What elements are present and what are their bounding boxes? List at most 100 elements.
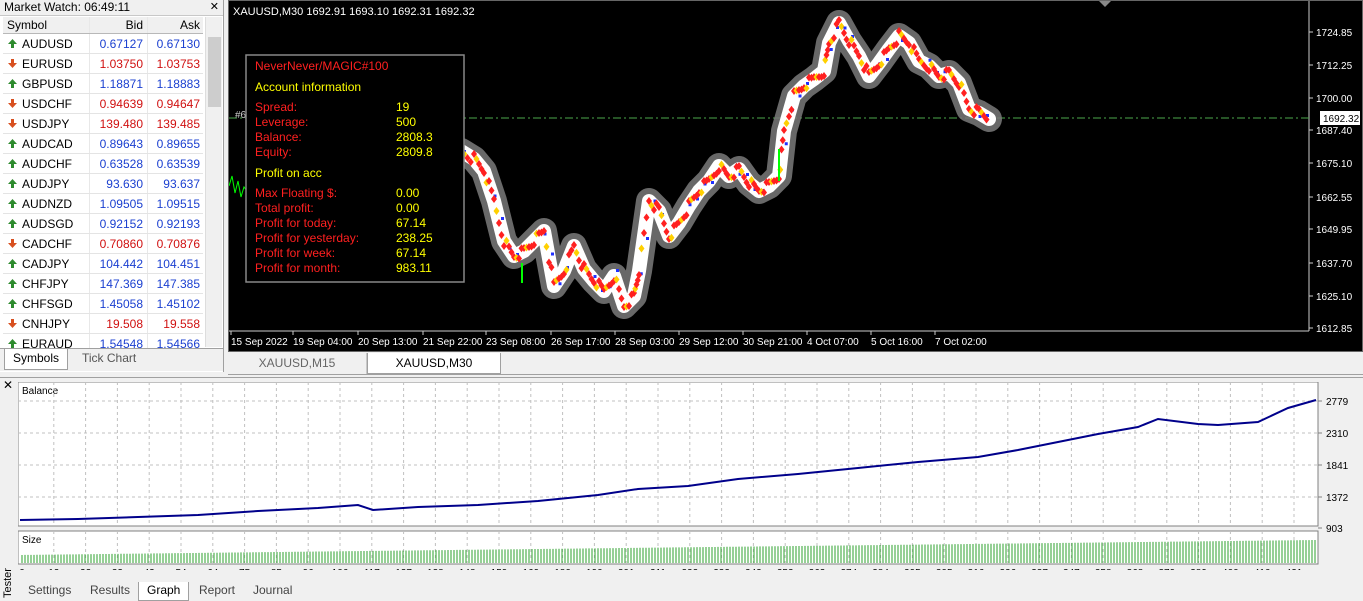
time-axis-label: 26 Sep 17:00 (551, 337, 611, 348)
symbol-name: CADCHF (22, 236, 72, 251)
market-watch-row[interactable]: AUDSGD 0.92152 0.92193 (3, 214, 203, 234)
tab-chart-m15[interactable]: XAUUSD,M15 (visual) (228, 353, 367, 391)
market-watch-scrollbar[interactable] (205, 17, 222, 347)
ask-cell: 139.485 (147, 114, 203, 133)
info-key: Total profit: (255, 201, 314, 215)
symbol-name: AUDNZD (22, 196, 72, 211)
price-axis-label: 1625.10 (1316, 292, 1353, 303)
chart-shift-icon (1099, 1, 1111, 7)
market-watch-row[interactable]: AUDJPY 93.630 93.637 (3, 174, 203, 194)
bid-cell: 19.508 (89, 314, 147, 333)
x-axis-label: 337 (1031, 568, 1048, 570)
x-axis-label: 368 (1127, 568, 1144, 570)
market-watch-row[interactable]: CNHJPY 19.508 19.558 (3, 314, 203, 334)
arrow-up-icon (8, 279, 17, 288)
symbol-cell: CADJPY (3, 257, 89, 271)
market-watch-panel: Market Watch: 06:49:11 ✕ Symbol Bid Ask A… (0, 0, 224, 372)
scrollbar-thumb[interactable] (208, 37, 221, 107)
info-value: 2809.8 (396, 145, 433, 159)
market-watch-row[interactable]: AUDUSD 0.67127 0.67130 (3, 34, 203, 54)
ask-cell: 0.89655 (147, 134, 203, 153)
market-watch-row[interactable]: CHFJPY 147.369 147.385 (3, 274, 203, 294)
x-axis-label: 75 (239, 568, 251, 570)
price-axis-label: 1662.55 (1316, 193, 1353, 204)
x-axis-label: 410 (1254, 568, 1271, 570)
market-watch-row[interactable]: GBPUSD 1.18871 1.18883 (3, 74, 203, 94)
x-axis-label: 148 (459, 568, 476, 570)
ask-cell: 0.63539 (147, 154, 203, 173)
symbol-cell: CHFJPY (3, 277, 89, 291)
tab-graph[interactable]: Graph (138, 582, 190, 601)
symbol-cell: AUDSGD (3, 217, 89, 231)
arrow-down-icon (8, 119, 17, 128)
arrow-down-icon (8, 319, 17, 328)
y-axis-label: 2779 (1326, 397, 1349, 408)
symbol-name: CHFSGD (22, 296, 73, 311)
market-watch-row[interactable]: USDJPY 139.480 139.485 (3, 114, 203, 134)
tab-symbols[interactable]: Symbols (4, 349, 69, 370)
symbol-cell: AUDUSD (3, 37, 89, 51)
symbol-name: CHFJPY (22, 276, 69, 291)
x-axis-label: 242 (745, 568, 762, 570)
tab-chart-m30[interactable]: XAUUSD,M30 (visual) (367, 353, 501, 391)
tab-settings[interactable]: Settings (20, 582, 79, 600)
price-chart-canvas[interactable]: XAUUSD,M30 1692.91 1693.10 1692.31 1692.… (229, 1, 1362, 351)
market-watch-title: Market Watch: 06:49:11 ✕ (0, 0, 223, 16)
trade-marker-icon (829, 48, 833, 51)
x-axis-label: 12 (48, 568, 60, 570)
x-axis-label: 232 (713, 568, 730, 570)
tab-tick-chart[interactable]: Tick Chart (74, 349, 144, 369)
x-axis-label: 190 (586, 568, 603, 570)
market-watch-row[interactable]: CHFSGD 1.45058 1.45102 (3, 294, 203, 314)
arrow-up-icon (8, 79, 17, 88)
x-axis-label: 379 (1158, 568, 1175, 570)
market-watch-row[interactable]: EURUSD 1.03750 1.03753 (3, 54, 203, 74)
symbol-name: AUDCAD (22, 136, 73, 151)
time-axis-label: 23 Sep 08:00 (486, 337, 546, 348)
time-axis-label: 7 Oct 02:00 (935, 337, 987, 348)
bid-cell: 0.67127 (89, 34, 147, 53)
bid-cell: 0.94639 (89, 94, 147, 113)
price-axis-label: 1687.40 (1316, 126, 1353, 137)
market-watch-row[interactable]: AUDCHF 0.63528 0.63539 (3, 154, 203, 174)
x-axis-label: 85 (271, 568, 283, 570)
bid-cell: 0.63528 (89, 154, 147, 173)
column-ask[interactable]: Ask (147, 17, 203, 33)
balance-graph[interactable]: Balance Size 2779 2310 1841 1372 903 0 12 22 33 43 5… (18, 382, 1360, 570)
x-axis-label: 347 (1063, 568, 1080, 570)
current-price-label: 1692.32 (1323, 114, 1360, 125)
tester-tabs: Settings Results Graph Report Journal (18, 582, 518, 601)
info-key: Profit for month: (255, 261, 340, 275)
ask-cell: 93.637 (147, 174, 203, 193)
price-chart[interactable]: XAUUSD,M30 1692.91 1693.10 1692.31 1692.… (228, 0, 1363, 352)
info-key: Profit for yesterday: (255, 231, 359, 245)
market-watch-row[interactable]: AUDCAD 0.89643 0.89655 (3, 134, 203, 154)
market-watch-row[interactable]: CADCHF 0.70860 0.70876 (3, 234, 203, 254)
symbol-cell: CADCHF (3, 237, 89, 251)
x-axis-label: 64 (207, 568, 219, 570)
ask-cell: 1.45102 (147, 294, 203, 313)
tab-journal[interactable]: Journal (245, 582, 300, 600)
trade-marker-icon (746, 173, 749, 176)
tab-report[interactable]: Report (191, 582, 243, 600)
bid-cell: 1.03750 (89, 54, 147, 73)
time-axis-label: 19 Sep 04:00 (293, 337, 353, 348)
trade-marker-icon (593, 275, 597, 278)
column-bid[interactable]: Bid (89, 17, 147, 33)
tab-results[interactable]: Results (82, 582, 138, 600)
bid-cell: 0.70860 (89, 234, 147, 253)
trade-marker-icon (551, 252, 554, 256)
bid-cell: 139.480 (89, 114, 147, 133)
x-axis-label: 43 (144, 568, 156, 570)
symbol-name: EURUSD (22, 56, 73, 71)
time-axis-label: 29 Sep 12:00 (679, 337, 739, 348)
market-watch-row[interactable]: AUDNZD 1.09505 1.09515 (3, 194, 203, 214)
column-symbol[interactable]: Symbol (3, 18, 89, 32)
market-watch-row[interactable]: CADJPY 104.442 104.451 (3, 254, 203, 274)
ask-cell: 104.451 (147, 254, 203, 273)
arrow-down-icon (8, 99, 17, 108)
price-axis-label: 1712.25 (1316, 61, 1353, 72)
market-watch-row[interactable]: USDCHF 0.94639 0.94647 (3, 94, 203, 114)
close-icon[interactable]: ✕ (210, 0, 219, 15)
close-icon[interactable]: ✕ (3, 378, 13, 392)
